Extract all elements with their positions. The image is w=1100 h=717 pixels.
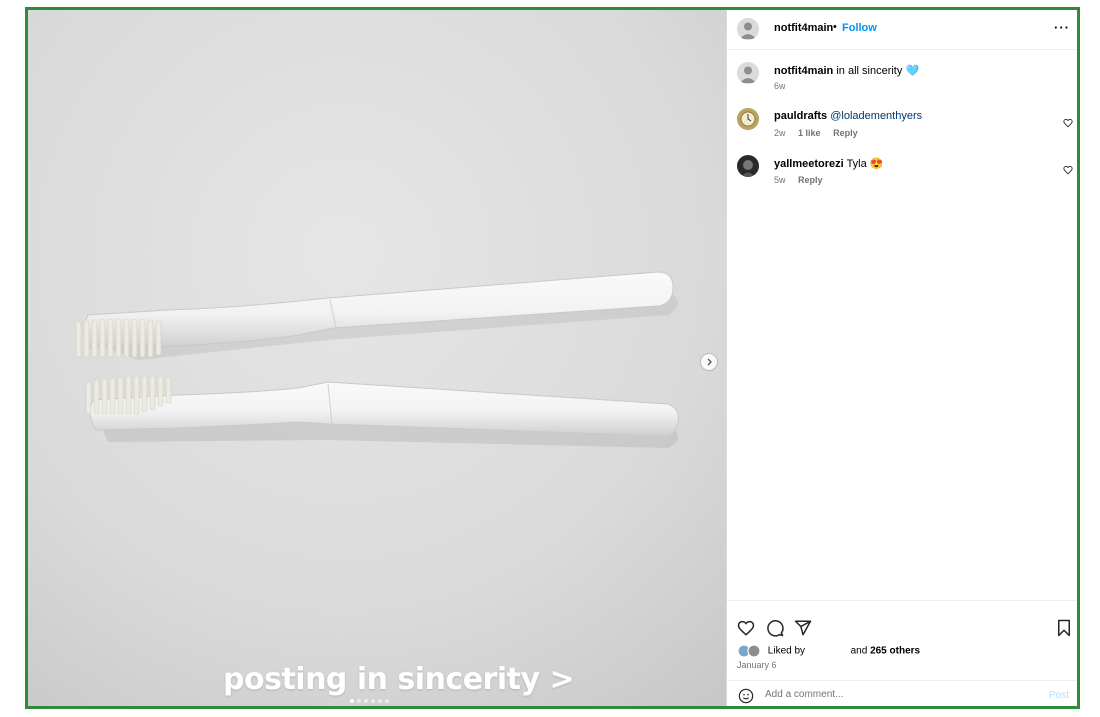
- carousel-indicator: [350, 699, 389, 703]
- like-heart-icon[interactable]: [737, 619, 755, 637]
- likes-summary: Liked by and 265 others: [737, 644, 920, 658]
- default-avatar-icon: [737, 18, 759, 40]
- post-caption: notfit4main in all sincerity 🩵 6w: [727, 58, 1077, 98]
- comment-username[interactable]: yallmeetorezi: [774, 158, 844, 170]
- comment-meta: 5w Reply: [774, 175, 833, 185]
- avatar[interactable]: [737, 155, 759, 177]
- comment-age[interactable]: 2w: [774, 128, 786, 138]
- caption-username[interactable]: notfit4main: [774, 65, 833, 77]
- carousel-dot: [350, 699, 354, 703]
- chevron-right-icon: [707, 358, 712, 366]
- reply-button[interactable]: Reply: [798, 175, 823, 185]
- liker-avatars-icon[interactable]: [737, 644, 763, 658]
- carousel-dot: [364, 699, 368, 703]
- carousel-dot: [378, 699, 382, 703]
- reply-button[interactable]: Reply: [833, 128, 858, 138]
- comment-text-row: pauldrafts @loladementhyers: [774, 110, 922, 122]
- avatar[interactable]: [737, 108, 759, 130]
- follow-button[interactable]: Follow: [842, 22, 877, 34]
- profile-photo-avatar-icon: [737, 155, 759, 177]
- avatar[interactable]: [737, 62, 759, 84]
- header-separator: •: [833, 21, 837, 33]
- post-overlay-caption: posting in sincerity >: [223, 662, 575, 697]
- comment-item: pauldrafts @loladementhyers 2w 1 like Re…: [727, 104, 1077, 144]
- post-header: notfit4main • Follow ···: [727, 10, 1077, 50]
- comment-age[interactable]: 5w: [774, 175, 786, 185]
- add-comment-input[interactable]: [765, 689, 1025, 700]
- caption-age[interactable]: 6w: [774, 81, 786, 91]
- carousel-dot: [385, 699, 389, 703]
- heart-icon[interactable]: [1063, 165, 1073, 175]
- post-actions-bar: [727, 600, 1077, 648]
- caption-text: in all sincerity: [836, 65, 903, 77]
- carousel-dot: [357, 699, 361, 703]
- heart-icon[interactable]: [1063, 118, 1073, 128]
- liked-by-and: and: [850, 645, 868, 657]
- comment-likes[interactable]: 1 like: [798, 128, 821, 138]
- post-frame: posting in sincerity > notfit4main • Fol…: [25, 7, 1080, 709]
- add-comment-row: Post: [727, 680, 1077, 706]
- liked-by-others[interactable]: 265 others: [870, 646, 920, 657]
- comment-meta: 2w 1 like Reply: [774, 128, 868, 138]
- post-media[interactable]: posting in sincerity >: [28, 10, 726, 706]
- avatar[interactable]: [737, 18, 759, 40]
- caption-meta: 6w: [774, 81, 796, 91]
- bookmark-icon[interactable]: [1056, 619, 1072, 637]
- comment-text-row: yallmeetorezi Tyla 😍: [774, 157, 884, 170]
- post-side-panel: notfit4main • Follow ··· notfit4main in …: [726, 10, 1077, 706]
- caption-emoji: 🩵: [905, 65, 920, 77]
- comment-text: Tyla 😍: [846, 158, 884, 170]
- carousel-dot: [371, 699, 375, 703]
- post-date[interactable]: January 6: [737, 660, 777, 670]
- emoji-icon[interactable]: [738, 688, 754, 704]
- liked-by-prefix: Liked by: [767, 645, 806, 657]
- post-comment-button[interactable]: Post: [1049, 690, 1069, 701]
- comment-icon[interactable]: [766, 619, 784, 637]
- comment-mention[interactable]: @loladementhyers: [830, 110, 922, 122]
- caption-text-row: notfit4main in all sincerity 🩵: [774, 64, 919, 77]
- header-username[interactable]: notfit4main: [774, 22, 833, 34]
- comment-item: yallmeetorezi Tyla 😍 5w Reply: [727, 151, 1077, 191]
- comment-username[interactable]: pauldrafts: [774, 110, 827, 122]
- share-icon[interactable]: [794, 619, 812, 637]
- more-options-icon[interactable]: ···: [1054, 20, 1070, 35]
- carousel-next-button[interactable]: [700, 353, 718, 371]
- toothbrush-photo: [28, 10, 726, 706]
- default-avatar-icon: [737, 62, 759, 84]
- clock-avatar-icon: [737, 108, 759, 130]
